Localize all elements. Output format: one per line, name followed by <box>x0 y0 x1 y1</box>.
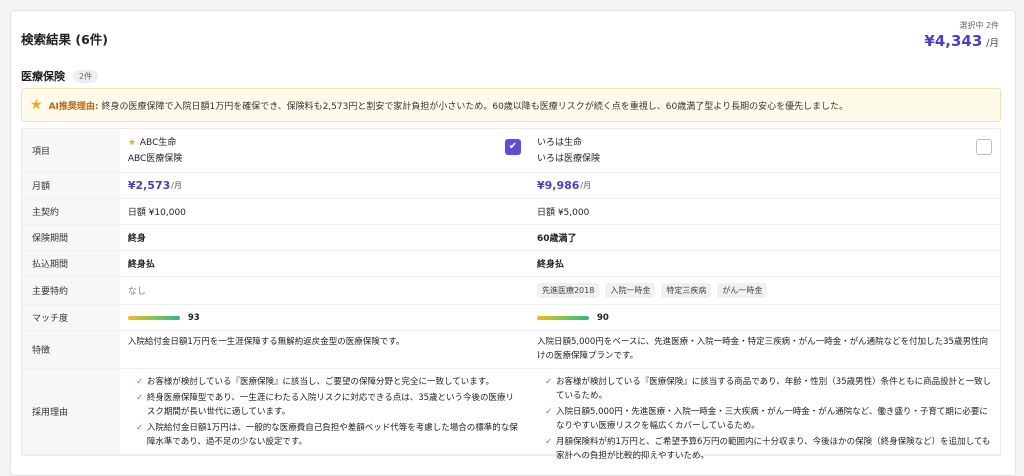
select-checkbox-checked[interactable]: ✔ <box>504 139 521 155</box>
feature-cell: 入院日額5,000円をベースに、先進医療・入院一時金・特定三疾病・がん一時金・が… <box>536 337 988 361</box>
row-label-period: 保険期間 <box>22 225 120 250</box>
category-title: 医療保険 <box>21 70 65 83</box>
category-header: 医療保険 2件 <box>21 68 99 84</box>
row-label-main: 主契約 <box>22 199 120 224</box>
price-cell: ¥2,573/月 <box>127 179 182 192</box>
list-item: お客様が検討している『医療保険』に該当する商品であり、年齢・性別（35歳男性）条… <box>545 375 992 403</box>
reasons-cell: お客様が検討している『医療保険』に該当し、ご要望の保障分野と完全に一致しています… <box>120 369 529 454</box>
row-label-payment: 払込期間 <box>22 251 120 276</box>
payment-cell: 終身払 <box>536 260 564 270</box>
row-label-monthly: 月額 <box>22 173 120 198</box>
match-score: 90 <box>596 312 609 323</box>
table-row: 主要特約 なし 先進医療2018 入院一時金 特定三疾病 がん一時金 <box>22 277 1000 305</box>
rider-tag: 入院一時金 <box>605 283 656 298</box>
reasons-list: お客様が検討している『医療保険』に該当する商品であり、年齢・性別（35歳男性）条… <box>537 369 1000 471</box>
comparison-table: 項目 ★ ABC生命 ABC医療保険 ✔ いろは生命 いろは医療保険 月額 ¥2,… <box>21 128 1001 461</box>
match-score: 93 <box>187 312 200 323</box>
category-count-badge: 2件 <box>73 69 99 83</box>
riders-cell: 先進医療2018 入院一時金 特定三疾病 がん一時金 <box>529 277 1000 304</box>
match-bar <box>536 315 589 320</box>
table-row: 月額 ¥2,573/月 ¥9,986/月 <box>22 173 1000 199</box>
table-row: 払込期間 終身払 終身払 <box>22 251 1000 277</box>
results-panel: 検索結果 (6件) 選択中 2件 ¥4,343 /月 医療保険 2件 ★ AI推… <box>10 10 1016 476</box>
row-label-reasons: 採用理由 <box>22 369 120 454</box>
match-cell: 90 <box>529 305 1000 330</box>
ai-text: 終身の医療保障で入院日額1万円を確保でき、保険料も2,573円と割安で家計負担が… <box>101 101 849 112</box>
price-cell: ¥9,986/月 <box>536 179 592 192</box>
list-item: 月額保険料が約1万円と、ご希望予算6万円の範囲内に十分収まり、今後ほかの保険（終… <box>545 435 992 463</box>
list-item: 終身医療保障型であり、一生涯にわたる入院リスクに対応できる点は、35歳という今後… <box>136 391 521 419</box>
table-row: 採用理由 お客様が検討している『医療保険』に該当し、ご要望の保障分野と完全に一致… <box>22 369 1000 461</box>
table-row: 項目 ★ ABC生命 ABC医療保険 ✔ いろは生命 いろは医療保険 <box>22 129 1000 173</box>
reasons-cell: お客様が検討している『医療保険』に該当する商品であり、年齢・性別（35歳男性）条… <box>529 369 1000 461</box>
product-card-2[interactable]: いろは生命 いろは医療保険 <box>529 129 1000 172</box>
product-name: いろは医療保険 <box>536 153 600 164</box>
select-checkbox[interactable] <box>976 139 992 155</box>
ai-recommendation: ★ AI推奨理由: 終身の医療保障で入院日額1万円を確保でき、保険料も2,573… <box>21 88 1001 122</box>
row-label-riders: 主要特約 <box>22 277 120 304</box>
product-card-1[interactable]: ★ ABC生命 ABC医療保険 ✔ <box>120 129 529 172</box>
product-name: ABC医療保険 <box>127 153 183 164</box>
list-item: 入院日額5,000円・先進医療・入院一時金・三大疾病・がん一時金・がん通院など、… <box>545 405 992 433</box>
selected-total: ¥4,343 /月 <box>924 32 999 50</box>
row-label-match: マッチ度 <box>22 305 120 330</box>
reasons-list: お客様が検討している『医療保険』に該当し、ご要望の保障分野と完全に一致しています… <box>128 369 529 457</box>
period-cell: 終身 <box>127 234 146 244</box>
row-label-features: 特徴 <box>22 331 120 368</box>
period-cell: 60歳満了 <box>536 234 577 244</box>
riders-cell: なし <box>127 287 146 297</box>
star-icon: ★ <box>30 97 43 113</box>
star-icon: ★ <box>127 137 136 148</box>
page-title: 検索結果 (6件) <box>21 32 108 47</box>
rider-tag: がん一時金 <box>717 283 768 298</box>
ai-label: AI推奨理由: <box>48 101 99 112</box>
table-row: 保険期間 終身 60歳満了 <box>22 225 1000 251</box>
main-cell: 日額 ¥5,000 <box>536 208 590 218</box>
product-company: いろは生命 <box>536 137 582 148</box>
rider-tag: 特定三疾病 <box>661 283 712 298</box>
list-item: お客様が検討している『医療保険』に該当し、ご要望の保障分野と完全に一致しています… <box>136 375 521 389</box>
selected-amount: ¥4,343 <box>924 32 983 50</box>
table-row: マッチ度 93 90 <box>22 305 1000 331</box>
selected-unit: /月 <box>986 38 999 49</box>
rider-tag: 先進医療2018 <box>536 283 600 298</box>
match-cell: 93 <box>120 305 529 330</box>
match-bar <box>127 315 180 320</box>
feature-cell: 入院給付金日額1万円を一生涯保障する無解約返戻金型の医療保険です。 <box>127 337 405 347</box>
row-label-item: 項目 <box>22 129 120 172</box>
main-cell: 日額 ¥10,000 <box>127 208 186 218</box>
product-company: ★ ABC生命 <box>127 137 177 148</box>
list-item: 入院給付金日額1万円は、一般的な医療費自己負担や差額ベッド代等を考慮した場合の標… <box>136 421 521 449</box>
selected-count: 選択中 2件 <box>959 21 999 30</box>
table-row: 主契約 日額 ¥10,000 日額 ¥5,000 <box>22 199 1000 225</box>
payment-cell: 終身払 <box>127 260 155 270</box>
table-row: 特徴 入院給付金日額1万円を一生涯保障する無解約返戻金型の医療保険です。 入院日… <box>22 331 1000 369</box>
